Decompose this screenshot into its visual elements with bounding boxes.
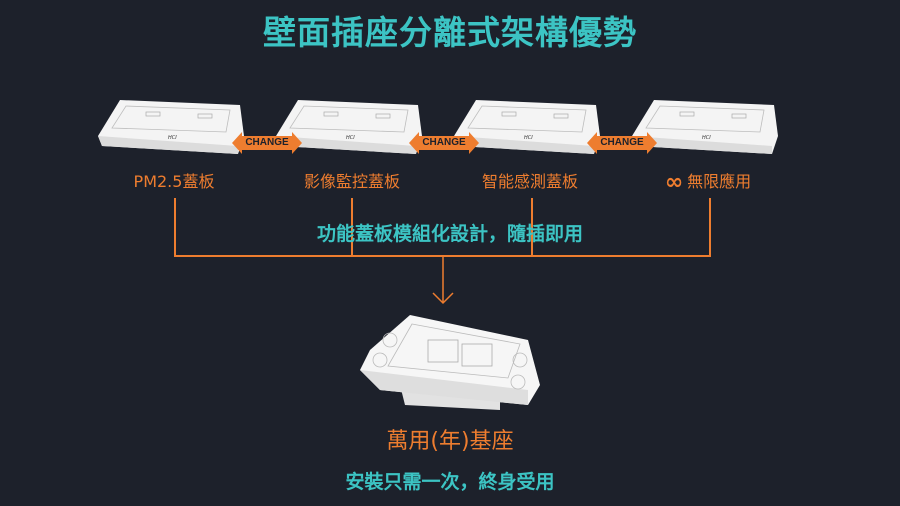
plate-label-sensor: 智能感測蓋板	[481, 172, 578, 191]
plate-label-text: 無限應用	[687, 172, 752, 191]
change-arrow-1: CHANGE	[232, 132, 302, 154]
brand-logo: HCI	[702, 135, 711, 141]
plate-label-unlimited: ∞ 無限應用	[628, 168, 788, 195]
change-arrow-2: CHANGE	[409, 132, 479, 154]
brand-logo: HCI	[168, 135, 177, 141]
plate-label-pm25: PM2.5蓋板	[133, 172, 215, 191]
base-title: 萬用(年)基座	[386, 429, 514, 454]
brand-logo: HCI	[346, 135, 355, 141]
plate-label-camera: 影像監控蓋板	[303, 172, 400, 191]
page-title: 壁面插座分離式架構優勢	[263, 13, 637, 52]
change-label: CHANGE	[600, 137, 644, 148]
change-label: CHANGE	[245, 137, 289, 148]
universal-base-image	[350, 310, 550, 415]
base-subtitle: 安裝只需一次，終身受用	[345, 471, 555, 493]
infinity-icon: ∞	[664, 170, 684, 195]
modular-design-text: 功能蓋板模組化設計，隨插即用	[316, 223, 583, 245]
change-label: CHANGE	[422, 137, 466, 148]
cover-plate-pm25: HCI	[98, 96, 246, 160]
cover-plate-image: HCI	[98, 100, 244, 154]
brand-logo: HCI	[524, 135, 533, 141]
down-arrow-head	[432, 292, 454, 305]
change-arrow-3: CHANGE	[587, 132, 657, 154]
